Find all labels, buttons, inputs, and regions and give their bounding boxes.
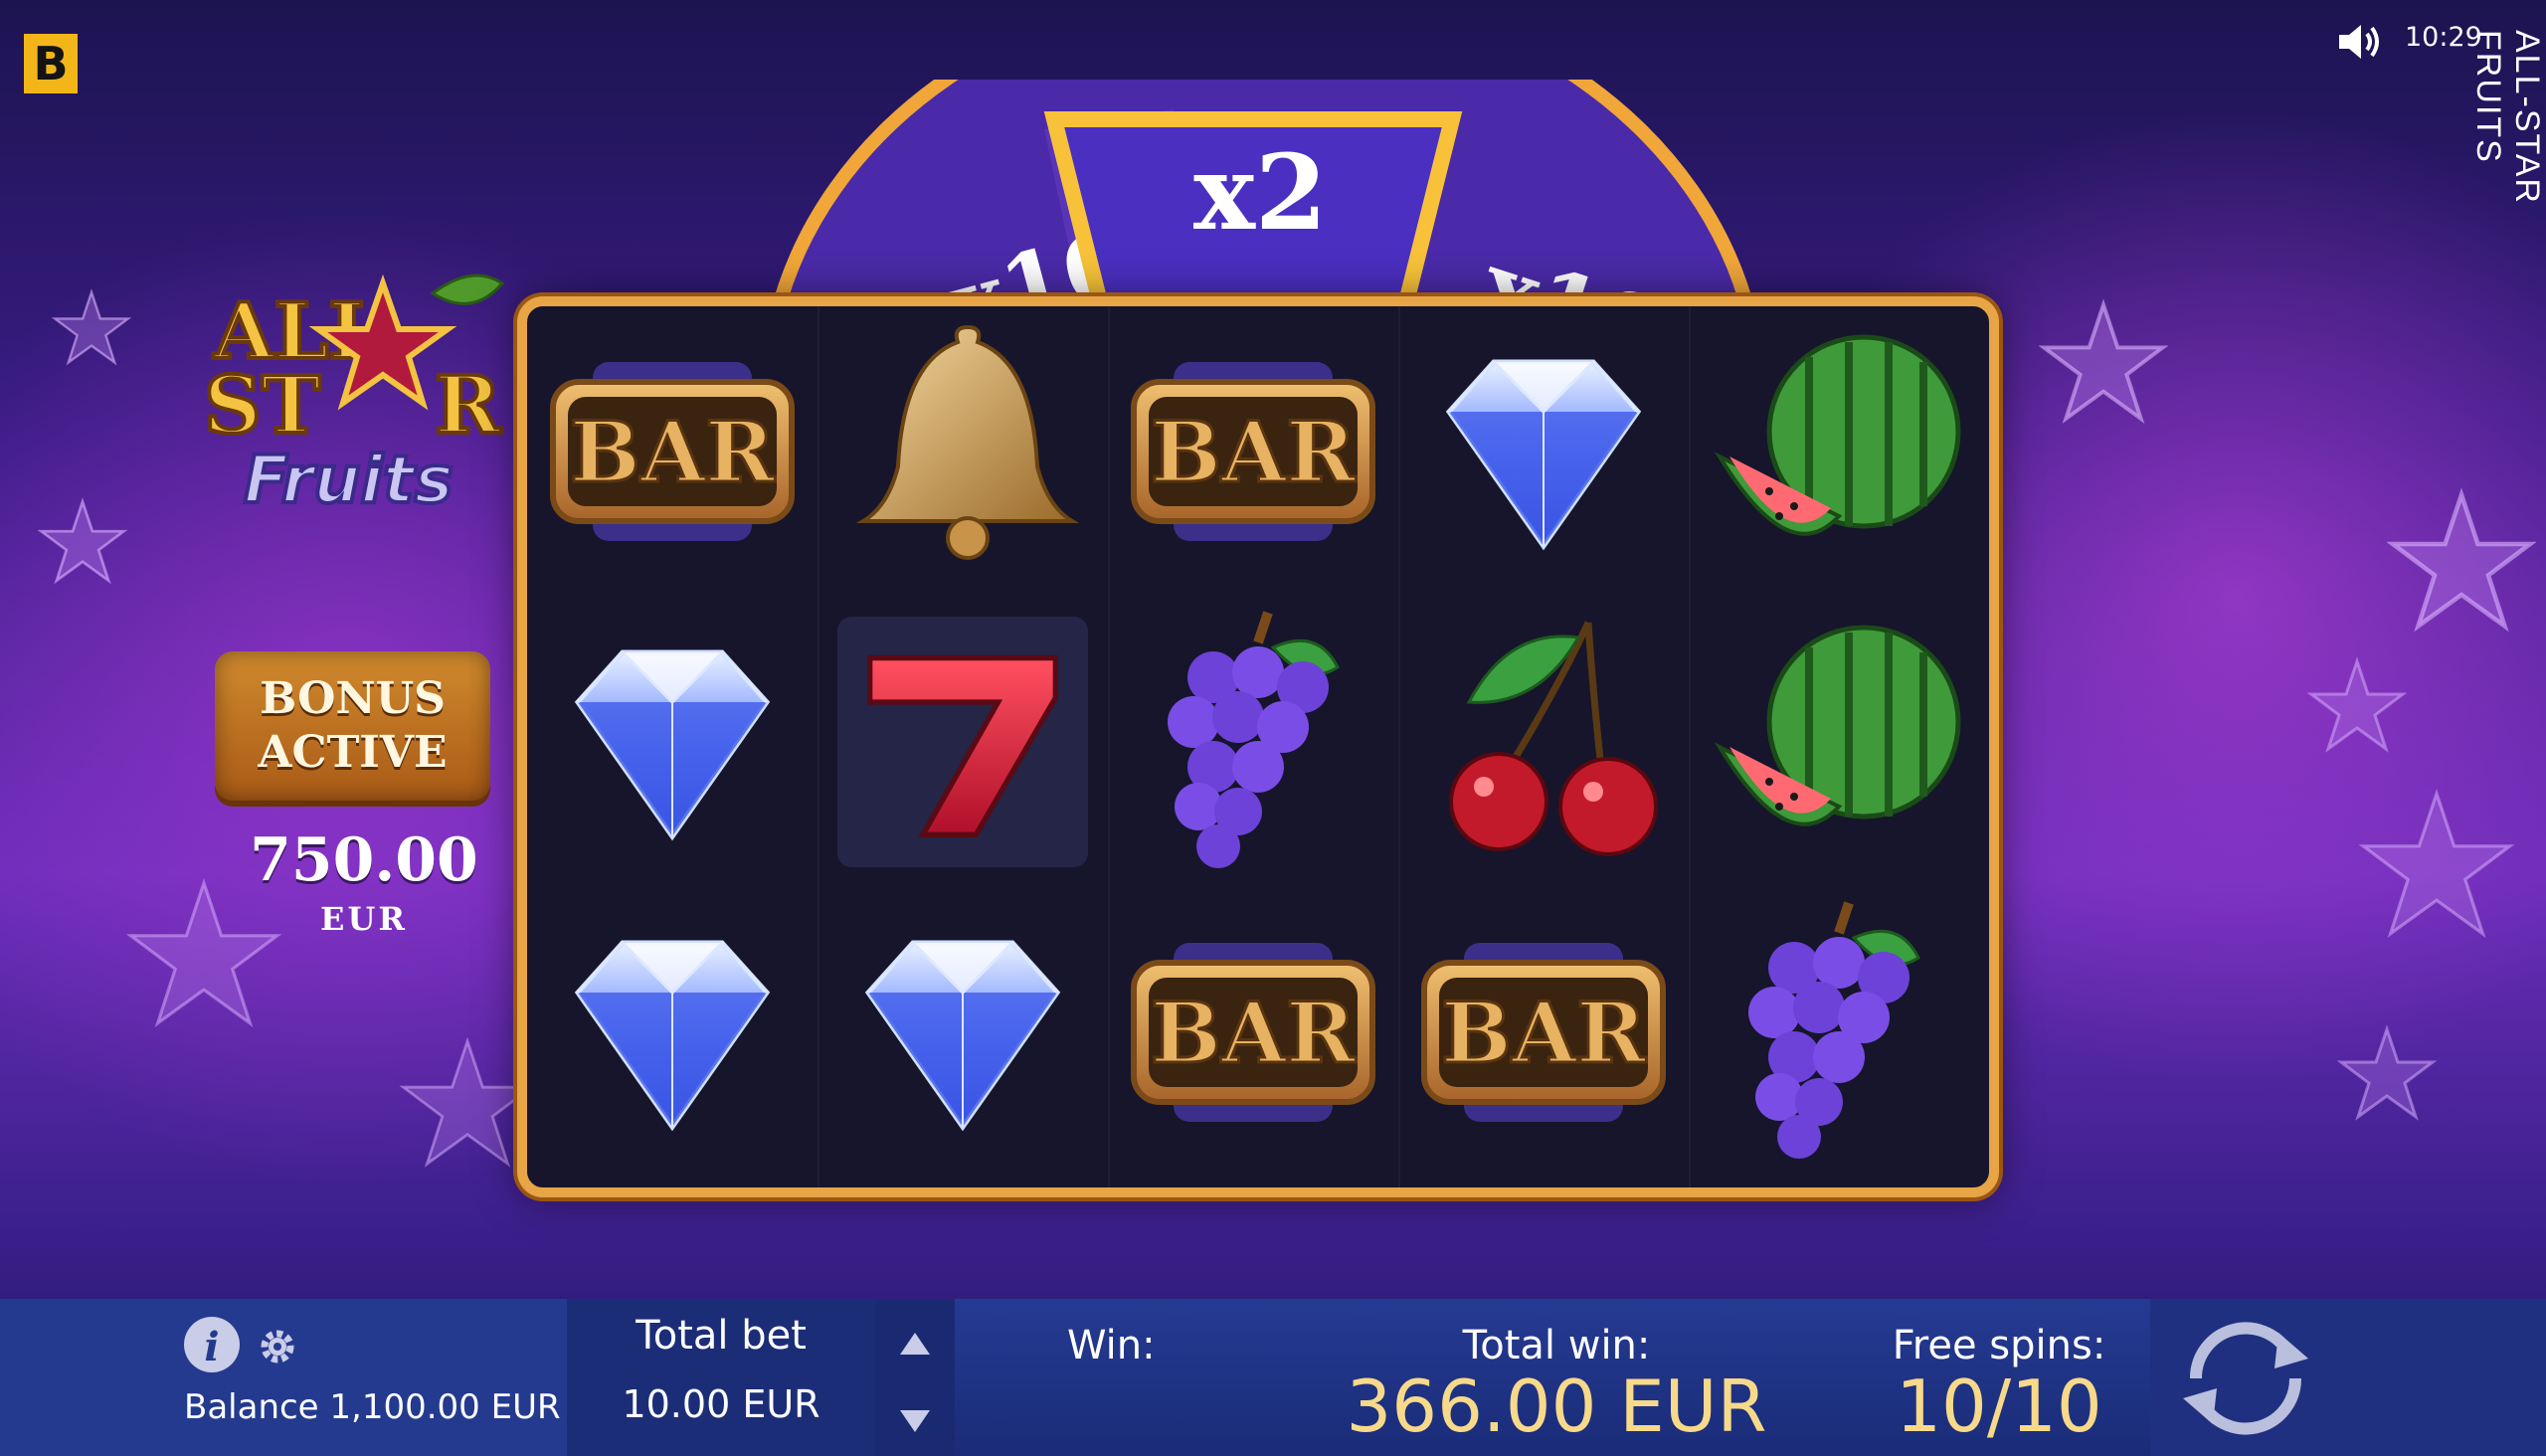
bet-increase-arrow-icon[interactable]	[898, 1331, 932, 1357]
bonus-line-2: ACTIVE	[258, 727, 448, 778]
symbol-seven	[818, 597, 1108, 887]
game-logo: ALL- ST R Fruits	[204, 273, 505, 512]
bonus-active-panel: BONUS ACTIVE	[215, 651, 490, 801]
speaker-icon[interactable]	[2337, 22, 2383, 62]
symbol-bell	[818, 306, 1108, 597]
bonus-line-1: BONUS	[260, 673, 446, 724]
star-decor-icon	[52, 288, 131, 366]
bonus-currency: EUR	[320, 900, 408, 938]
star-decor-icon	[399, 1036, 536, 1168]
logo-text-st: ST	[204, 358, 320, 452]
star-decor-icon	[2307, 656, 2407, 753]
star-decor-icon	[2039, 298, 2168, 424]
symbol-diamond	[818, 887, 1108, 1178]
star-decor-icon	[2387, 487, 2536, 633]
symbol-grapes	[1108, 597, 1398, 887]
game-title-vertical: ALL-STAR FRUITS	[2469, 30, 2546, 205]
multiplier-wheel: x10 x10 x2	[768, 80, 1758, 318]
balance-text: Balance 1,100.00 EUR	[184, 1387, 561, 1427]
gear-icon[interactable]	[257, 1326, 298, 1367]
star-decor-icon	[2337, 1024, 2437, 1121]
logo-text-fruits: Fruits	[244, 442, 454, 512]
star-decor-icon	[125, 877, 282, 1027]
star-decor-icon	[38, 497, 127, 585]
symbol-bar	[527, 306, 818, 597]
wheel-center-label: x2	[1193, 131, 1327, 254]
bet-decrease-arrow-icon[interactable]	[898, 1408, 932, 1434]
brand-logo[interactable]: B	[24, 34, 78, 93]
symbol-watermelon	[1689, 306, 1979, 597]
reel-column	[1108, 306, 1400, 1187]
total-bet-label: Total bet	[636, 1313, 807, 1359]
symbol-bar	[1398, 887, 1689, 1178]
total-bet-value: 10.00 EUR	[622, 1382, 820, 1426]
symbol-grapes	[1689, 887, 1979, 1178]
symbol-diamond	[527, 887, 818, 1178]
bonus-amount: 750.00	[250, 825, 478, 895]
win-label: Win:	[1067, 1323, 1156, 1368]
total-win-label: Total win:	[1462, 1323, 1651, 1368]
spin-button[interactable]	[2171, 1311, 2320, 1446]
symbol-bar	[1108, 887, 1398, 1178]
reel-grid	[517, 296, 1999, 1197]
symbol-bar	[1108, 306, 1398, 597]
reel-column	[1689, 306, 1979, 1187]
reel-column	[527, 306, 819, 1187]
info-icon[interactable]: i	[182, 1315, 242, 1374]
symbol-diamond	[527, 597, 818, 887]
symbol-diamond	[1398, 306, 1689, 597]
free-spins-value: 10/10	[1896, 1365, 2102, 1448]
star-decor-icon	[2358, 788, 2515, 938]
reel-column	[1398, 306, 1691, 1187]
reel-column	[818, 306, 1110, 1187]
svg-text:i: i	[204, 1324, 219, 1370]
free-spins-label: Free spins:	[1892, 1323, 2106, 1368]
balance-panel	[0, 1299, 567, 1456]
total-win-value: 366.00 EUR	[1346, 1365, 1767, 1448]
logo-text-r: R	[435, 358, 501, 452]
symbol-watermelon	[1689, 597, 1979, 887]
symbol-cherry	[1398, 597, 1689, 887]
